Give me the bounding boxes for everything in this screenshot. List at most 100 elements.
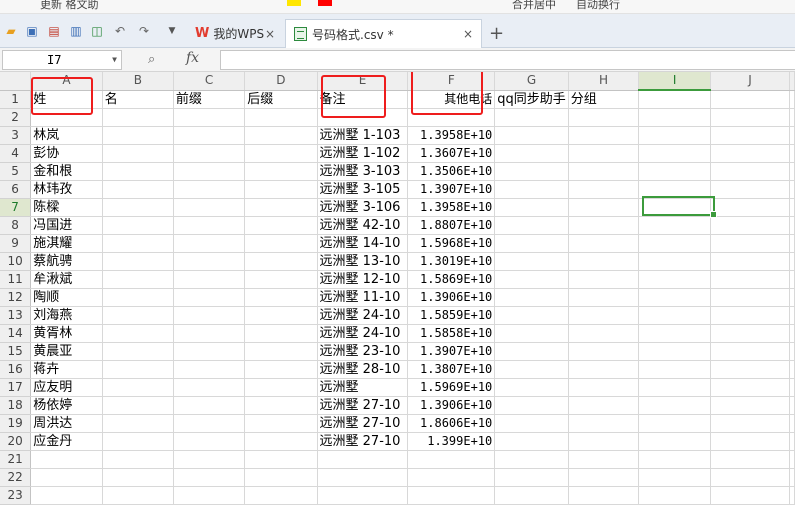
- column-header-j[interactable]: J: [710, 72, 790, 91]
- cell-i10[interactable]: [638, 252, 712, 271]
- cell-overflow[interactable]: [789, 162, 795, 181]
- cell-g4[interactable]: [494, 144, 569, 163]
- cell-e11[interactable]: 远洲墅 12-10: [317, 270, 409, 289]
- cell-overflow[interactable]: [789, 270, 795, 289]
- cell-j9[interactable]: [710, 234, 790, 253]
- row-header[interactable]: 6: [0, 180, 32, 199]
- cell-f8[interactable]: 1.8807E+10: [407, 216, 496, 235]
- cell-i4[interactable]: [638, 144, 712, 163]
- cell-d8[interactable]: [244, 216, 318, 235]
- cell-a19[interactable]: 周洪达: [30, 414, 103, 433]
- cell-j11[interactable]: [710, 270, 790, 289]
- cell-e12[interactable]: 远洲墅 11-10: [317, 288, 409, 307]
- cell-e20[interactable]: 远洲墅 27-10: [317, 432, 409, 451]
- cell-f14[interactable]: 1.5858E+10: [407, 324, 496, 343]
- cell-c21[interactable]: [173, 450, 246, 469]
- cell-overflow[interactable]: [789, 198, 795, 217]
- cell-b2[interactable]: [102, 108, 174, 127]
- cell-d11[interactable]: [244, 270, 318, 289]
- cell-e17[interactable]: 远洲墅: [317, 378, 409, 397]
- column-header-d[interactable]: D: [244, 72, 318, 91]
- row-header[interactable]: 3: [0, 126, 32, 145]
- cell-i21[interactable]: [638, 450, 712, 469]
- cell-overflow[interactable]: [789, 288, 795, 307]
- cell-h15[interactable]: [568, 342, 640, 361]
- cell-c18[interactable]: [173, 396, 246, 415]
- cell-e2[interactable]: [317, 108, 409, 127]
- cell-e13[interactable]: 远洲墅 24-10: [317, 306, 409, 325]
- function-icon[interactable]: fx: [186, 50, 199, 66]
- cell-j3[interactable]: [710, 126, 790, 145]
- cell-overflow[interactable]: [789, 180, 795, 199]
- cell-overflow[interactable]: [789, 306, 795, 325]
- cell-overflow[interactable]: [789, 450, 795, 469]
- cell-f10[interactable]: 1.3019E+10: [407, 252, 496, 271]
- cell-e7[interactable]: 远洲墅 3-106: [317, 198, 409, 217]
- cell-a18[interactable]: 杨依婷: [30, 396, 103, 415]
- cell-c10[interactable]: [173, 252, 246, 271]
- cell-g2[interactable]: [494, 108, 569, 127]
- cell-g19[interactable]: [494, 414, 569, 433]
- row-header[interactable]: 15: [0, 342, 32, 361]
- cell-c11[interactable]: [173, 270, 246, 289]
- cell-f17[interactable]: 1.5969E+10: [407, 378, 496, 397]
- cell-b3[interactable]: [102, 126, 174, 145]
- row-header[interactable]: 21: [0, 450, 32, 469]
- cell-g21[interactable]: [494, 450, 569, 469]
- cell-j18[interactable]: [710, 396, 790, 415]
- row-header[interactable]: 13: [0, 306, 32, 325]
- cell-c13[interactable]: [173, 306, 246, 325]
- cell-f12[interactable]: 1.3906E+10: [407, 288, 496, 307]
- cell-g6[interactable]: [494, 180, 569, 199]
- row-header[interactable]: 14: [0, 324, 32, 343]
- cell-d4[interactable]: [244, 144, 318, 163]
- column-header-h[interactable]: H: [568, 72, 640, 91]
- cell-overflow[interactable]: [789, 432, 795, 451]
- cell-a22[interactable]: [30, 468, 103, 487]
- cell-c3[interactable]: [173, 126, 246, 145]
- cell-overflow[interactable]: [789, 90, 795, 109]
- cell-i13[interactable]: [638, 306, 712, 325]
- cell-a7[interactable]: 陈樑: [30, 198, 103, 217]
- cell-i7[interactable]: [638, 198, 712, 217]
- row-header[interactable]: 1: [0, 90, 32, 109]
- cell-h11[interactable]: [568, 270, 640, 289]
- cell-f7[interactable]: 1.3958E+10: [407, 198, 496, 217]
- cell-h2[interactable]: [568, 108, 640, 127]
- cell-a6[interactable]: 林玮孜: [30, 180, 103, 199]
- cell-j22[interactable]: [710, 468, 790, 487]
- cell-a9[interactable]: 施淇耀: [30, 234, 103, 253]
- cell-b1[interactable]: 名: [102, 90, 174, 109]
- cell-i16[interactable]: [638, 360, 712, 379]
- cell-i15[interactable]: [638, 342, 712, 361]
- column-header-f[interactable]: F: [407, 72, 496, 91]
- cell-i22[interactable]: [638, 468, 712, 487]
- cell-d9[interactable]: [244, 234, 318, 253]
- cell-j13[interactable]: [710, 306, 790, 325]
- cell-g12[interactable]: [494, 288, 569, 307]
- ribbon-fragment[interactable]: 自动换行: [576, 0, 620, 12]
- cell-h8[interactable]: [568, 216, 640, 235]
- cell-h7[interactable]: [568, 198, 640, 217]
- add-tab-button[interactable]: +: [489, 25, 504, 43]
- cell-c12[interactable]: [173, 288, 246, 307]
- cell-a23[interactable]: [30, 486, 103, 505]
- cell-e3[interactable]: 远洲墅 1-103: [317, 126, 409, 145]
- cell-b20[interactable]: [102, 432, 174, 451]
- cell-j4[interactable]: [710, 144, 790, 163]
- cell-g5[interactable]: [494, 162, 569, 181]
- font-color-icon[interactable]: [318, 0, 332, 6]
- cell-h20[interactable]: [568, 432, 640, 451]
- cell-b18[interactable]: [102, 396, 174, 415]
- cell-a5[interactable]: 金和根: [30, 162, 103, 181]
- cell-f5[interactable]: 1.3506E+10: [407, 162, 496, 181]
- cell-i14[interactable]: [638, 324, 712, 343]
- cell-e8[interactable]: 远洲墅 42-10: [317, 216, 409, 235]
- cell-i9[interactable]: [638, 234, 712, 253]
- cell-h3[interactable]: [568, 126, 640, 145]
- cell-h4[interactable]: [568, 144, 640, 163]
- cell-a2[interactable]: [30, 108, 103, 127]
- cell-d15[interactable]: [244, 342, 318, 361]
- cell-g22[interactable]: [494, 468, 569, 487]
- cell-d5[interactable]: [244, 162, 318, 181]
